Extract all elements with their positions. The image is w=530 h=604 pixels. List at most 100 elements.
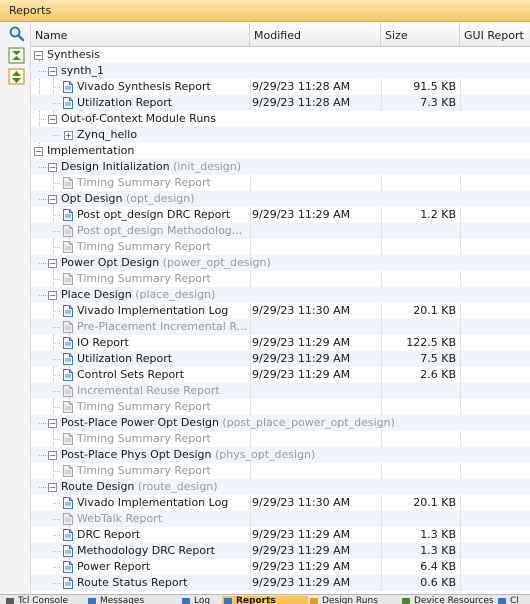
collapse-toggle-icon[interactable]: −: [34, 51, 43, 60]
column-header-name[interactable]: Name: [31, 22, 250, 47]
column-header-size[interactable]: Size: [381, 22, 460, 47]
report-row[interactable]: Timing Summary Report: [31, 175, 530, 191]
report-row[interactable]: Timing Summary Report: [31, 431, 530, 447]
report-row[interactable]: Utilization Report 9/29/23 11:28 AM 7.3 KB: [31, 95, 530, 111]
row-name: Utilization Report: [77, 96, 173, 109]
panel-title-bar: Reports: [0, 0, 530, 22]
row-name: Timing Summary Report: [77, 176, 211, 189]
bottom-tab[interactable]: Design Runs: [308, 596, 400, 604]
row-size: [380, 383, 456, 399]
report-row[interactable]: Vivado Implementation Log 9/29/23 11:30 A…: [31, 495, 530, 511]
row-modified: [252, 271, 382, 287]
report-row[interactable]: DRC Report 9/29/23 11:29 AM 1.3 KB: [31, 527, 530, 543]
column-divider: [460, 367, 461, 383]
column-divider: [460, 543, 461, 559]
row-label: Synthesis: [47, 47, 100, 63]
report-row[interactable]: Timing Summary Report: [31, 463, 530, 479]
column-divider: [381, 223, 382, 239]
column-divider: [381, 511, 382, 527]
column-divider: [381, 463, 382, 479]
report-row[interactable]: Timing Summary Report: [31, 399, 530, 415]
report-row[interactable]: WebTalk Report: [31, 511, 530, 527]
report-row[interactable]: Post opt_design DRC Report 9/29/23 11:29 …: [31, 207, 530, 223]
tree-group-row[interactable]: − synth_1: [31, 63, 530, 79]
collapse-toggle-icon[interactable]: −: [48, 163, 57, 172]
report-row[interactable]: IO Report 9/29/23 11:29 AM 122.5 KB: [31, 335, 530, 351]
tree-group-row[interactable]: − Power Opt Design (power_opt_design): [31, 255, 530, 271]
search-icon[interactable]: [8, 25, 25, 42]
tree-group-row[interactable]: − Place Design (place_design): [31, 287, 530, 303]
report-file-icon: [63, 385, 73, 397]
report-row[interactable]: Incremental Reuse Report: [31, 383, 530, 399]
collapse-toggle-icon[interactable]: −: [48, 115, 57, 124]
tree-group-row[interactable]: + Zynq_hello: [31, 127, 530, 143]
collapse-toggle-icon[interactable]: −: [48, 483, 57, 492]
report-row[interactable]: Methodology DRC Report 9/29/23 11:29 AM 1.…: [31, 543, 530, 559]
report-row[interactable]: Vivado Implementation Log 9/29/23 11:30 A…: [31, 303, 530, 319]
collapse-toggle-icon[interactable]: −: [34, 147, 43, 156]
collapse-toggle-icon[interactable]: −: [48, 259, 57, 268]
column-divider: [381, 335, 382, 351]
expand-all-icon[interactable]: [8, 68, 25, 85]
row-name: Vivado Implementation Log: [77, 496, 229, 509]
collapse-toggle-icon[interactable]: −: [48, 291, 57, 300]
row-label: Design Initialization (init_design): [61, 159, 241, 175]
row-label: synth_1: [61, 63, 104, 79]
report-row[interactable]: Timing Summary Report: [31, 239, 530, 255]
column-divider: [250, 431, 251, 447]
tree-guide: [39, 263, 46, 264]
column-divider: [460, 79, 461, 95]
tree-group-row[interactable]: − Post-Place Phys Opt Design (phys_opt_de…: [31, 447, 530, 463]
collapse-toggle-icon[interactable]: −: [48, 67, 57, 76]
collapse-all-icon[interactable]: [8, 47, 25, 64]
collapse-toggle-icon[interactable]: −: [48, 451, 57, 460]
report-row[interactable]: Timing Summary Report: [31, 271, 530, 287]
row-name: Zynq_hello: [77, 128, 138, 141]
tree-group-row[interactable]: − Synthesis: [31, 47, 530, 63]
row-step-hint: (power_opt_design): [162, 256, 271, 269]
report-file-icon: [63, 497, 73, 509]
row-label: IO Report: [77, 335, 129, 351]
column-divider: [381, 239, 382, 255]
row-size: [380, 271, 456, 287]
tree-group-row[interactable]: − Opt Design (opt_design): [31, 191, 530, 207]
bottom-tab[interactable]: Log: [180, 596, 222, 604]
bottom-tab[interactable]: Reports: [222, 596, 308, 604]
bottom-tab-label: Tcl Console: [18, 596, 69, 604]
column-header-modified[interactable]: Modified: [250, 22, 381, 47]
row-label: Incremental Reuse Report: [77, 383, 220, 399]
column-header-gui-report[interactable]: GUI Report: [460, 22, 530, 47]
row-label: Timing Summary Report: [77, 271, 211, 287]
column-divider: [381, 175, 382, 191]
bottom-tab[interactable]: Tcl Console: [4, 596, 86, 604]
report-row[interactable]: Post opt_design Methodolog...: [31, 223, 530, 239]
report-file-icon: [63, 273, 73, 285]
row-name: Place Design: [61, 288, 132, 301]
bottom-tab[interactable]: Cl: [496, 596, 530, 604]
bottom-tab[interactable]: Device Resources: [400, 596, 496, 604]
expand-toggle-icon[interactable]: +: [64, 131, 73, 140]
tree-group-row[interactable]: − Post-Place Power Opt Design (post_place…: [31, 415, 530, 431]
column-divider: [250, 223, 251, 239]
tree-group-row[interactable]: − Implementation: [31, 143, 530, 159]
tree-group-row[interactable]: − Route Design (route_design): [31, 479, 530, 495]
report-row[interactable]: Pre-Placement Incremental R...: [31, 319, 530, 335]
report-row[interactable]: Route Status Report 9/29/23 11:29 AM 0.6 K…: [31, 575, 530, 591]
tree-group-row[interactable]: − Out-of-Context Module Runs: [31, 111, 530, 127]
report-row[interactable]: Vivado Synthesis Report 9/29/23 11:28 AM 9…: [31, 79, 530, 95]
row-label: Timing Summary Report: [77, 239, 211, 255]
tree-guide: [53, 583, 60, 584]
column-divider: [250, 543, 251, 559]
column-divider: [250, 319, 251, 335]
report-row[interactable]: Utilization Report 9/29/23 11:29 AM 7.5 KB: [31, 351, 530, 367]
tree-group-row[interactable]: − Design Initialization (init_design): [31, 159, 530, 175]
row-modified: 9/29/23 11:28 AM: [252, 80, 351, 93]
bottom-tab[interactable]: Messages: [86, 596, 180, 604]
report-row[interactable]: Power Report 9/29/23 11:29 AM 6.4 KB: [31, 559, 530, 575]
collapse-toggle-icon[interactable]: −: [48, 195, 57, 204]
row-label: Vivado Implementation Log: [77, 303, 228, 319]
collapse-toggle-icon[interactable]: −: [48, 419, 57, 428]
report-row[interactable]: Control Sets Report 9/29/23 11:29 AM 2.6 K…: [31, 367, 530, 383]
row-name: Timing Summary Report: [77, 400, 211, 413]
column-divider: [460, 575, 461, 591]
